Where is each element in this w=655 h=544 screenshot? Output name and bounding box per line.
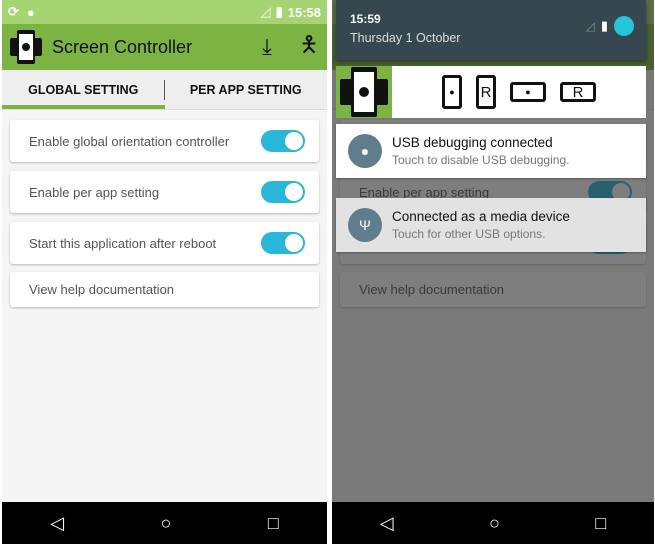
app-logo-icon bbox=[8, 29, 44, 65]
accessibility-icon[interactable]: 🯅 bbox=[297, 28, 321, 66]
status-time: 15:58 bbox=[287, 4, 321, 20]
home-button[interactable]: ○ bbox=[161, 513, 172, 534]
tab-divider bbox=[164, 80, 165, 100]
landscape-reverse-option[interactable]: R bbox=[560, 82, 596, 102]
status-bar: ⟳ ● ◿ ▮ 15:58 bbox=[2, 0, 327, 24]
signal-icon: ◿ bbox=[260, 4, 271, 19]
usb-icon: Ψ bbox=[348, 208, 382, 242]
app-title: Screen Controller bbox=[52, 36, 193, 57]
setting-label: View help documentation bbox=[29, 282, 175, 297]
signal-icon: ◿ bbox=[585, 19, 595, 33]
setting-start-after-reboot[interactable]: Start this application after reboot bbox=[10, 222, 319, 264]
battery-charging-icon: ▮ bbox=[275, 4, 283, 19]
orientation-widget-notification: ● R ● R bbox=[336, 66, 646, 118]
start-after-reboot-toggle[interactable] bbox=[261, 232, 305, 254]
recents-button[interactable]: □ bbox=[268, 513, 279, 534]
setting-label: Enable global orientation controller bbox=[29, 133, 230, 149]
toolbar: Screen Controller ⤓ 🯅 bbox=[2, 24, 327, 70]
tab-per-app-setting[interactable]: PER APP SETTING bbox=[165, 70, 328, 109]
battery-charging-icon: ▮ bbox=[600, 18, 608, 33]
notification-title: Connected as a media device bbox=[392, 209, 570, 224]
setting-global-orientation[interactable]: Enable global orientation controller bbox=[10, 120, 319, 162]
navigation-bar: ◁ ○ □ bbox=[2, 502, 327, 544]
app-logo-icon bbox=[336, 66, 392, 118]
user-avatar-icon[interactable] bbox=[614, 16, 634, 36]
setting-label: Start this application after reboot bbox=[29, 235, 217, 251]
screen-rotation-icon: ⟳ bbox=[8, 4, 19, 19]
portrait-android-option[interactable]: ● bbox=[442, 75, 462, 109]
tab-global-setting[interactable]: GLOBAL SETTING bbox=[2, 70, 165, 109]
android-icon: ● bbox=[348, 134, 382, 168]
back-button[interactable]: ◁ bbox=[380, 513, 394, 534]
navigation-bar: ◁ ○ □ bbox=[332, 502, 654, 544]
notification-title: USB debugging connected bbox=[392, 135, 553, 150]
notification-usb-debugging[interactable]: ● USB debugging connected Touch to disab… bbox=[336, 124, 646, 178]
tab-bar: GLOBAL SETTING PER APP SETTING bbox=[2, 70, 327, 110]
notification-subtitle: Touch for other USB options. bbox=[392, 227, 546, 241]
notification-header: 15:59 Thursday 1 October ◿ ▮ bbox=[336, 0, 646, 60]
landscape-android-option[interactable]: ● bbox=[510, 82, 546, 102]
notification-subtitle: Touch to disable USB debugging. bbox=[392, 153, 570, 167]
notification-media-device[interactable]: Ψ Connected as a media device Touch for … bbox=[336, 198, 646, 252]
setting-label: Enable per app setting bbox=[29, 184, 160, 200]
recents-button[interactable]: □ bbox=[595, 513, 606, 534]
phone-notification-shade: Enable global orientation controller Ena… bbox=[332, 0, 654, 544]
back-button[interactable]: ◁ bbox=[50, 513, 64, 534]
android-icon: ● bbox=[26, 4, 35, 20]
portrait-reverse-option[interactable]: R bbox=[476, 75, 496, 109]
view-help-documentation[interactable]: View help documentation bbox=[10, 272, 319, 307]
setting-per-app[interactable]: Enable per app setting bbox=[10, 171, 319, 213]
home-button[interactable]: ○ bbox=[489, 513, 500, 534]
global-orientation-toggle[interactable] bbox=[261, 130, 305, 152]
phone-screen-app: ⟳ ● ◿ ▮ 15:58 Screen Controller ⤓ 🯅 GLOB… bbox=[2, 0, 327, 544]
per-app-toggle[interactable] bbox=[261, 181, 305, 203]
download-icon[interactable]: ⤓ bbox=[255, 34, 279, 60]
